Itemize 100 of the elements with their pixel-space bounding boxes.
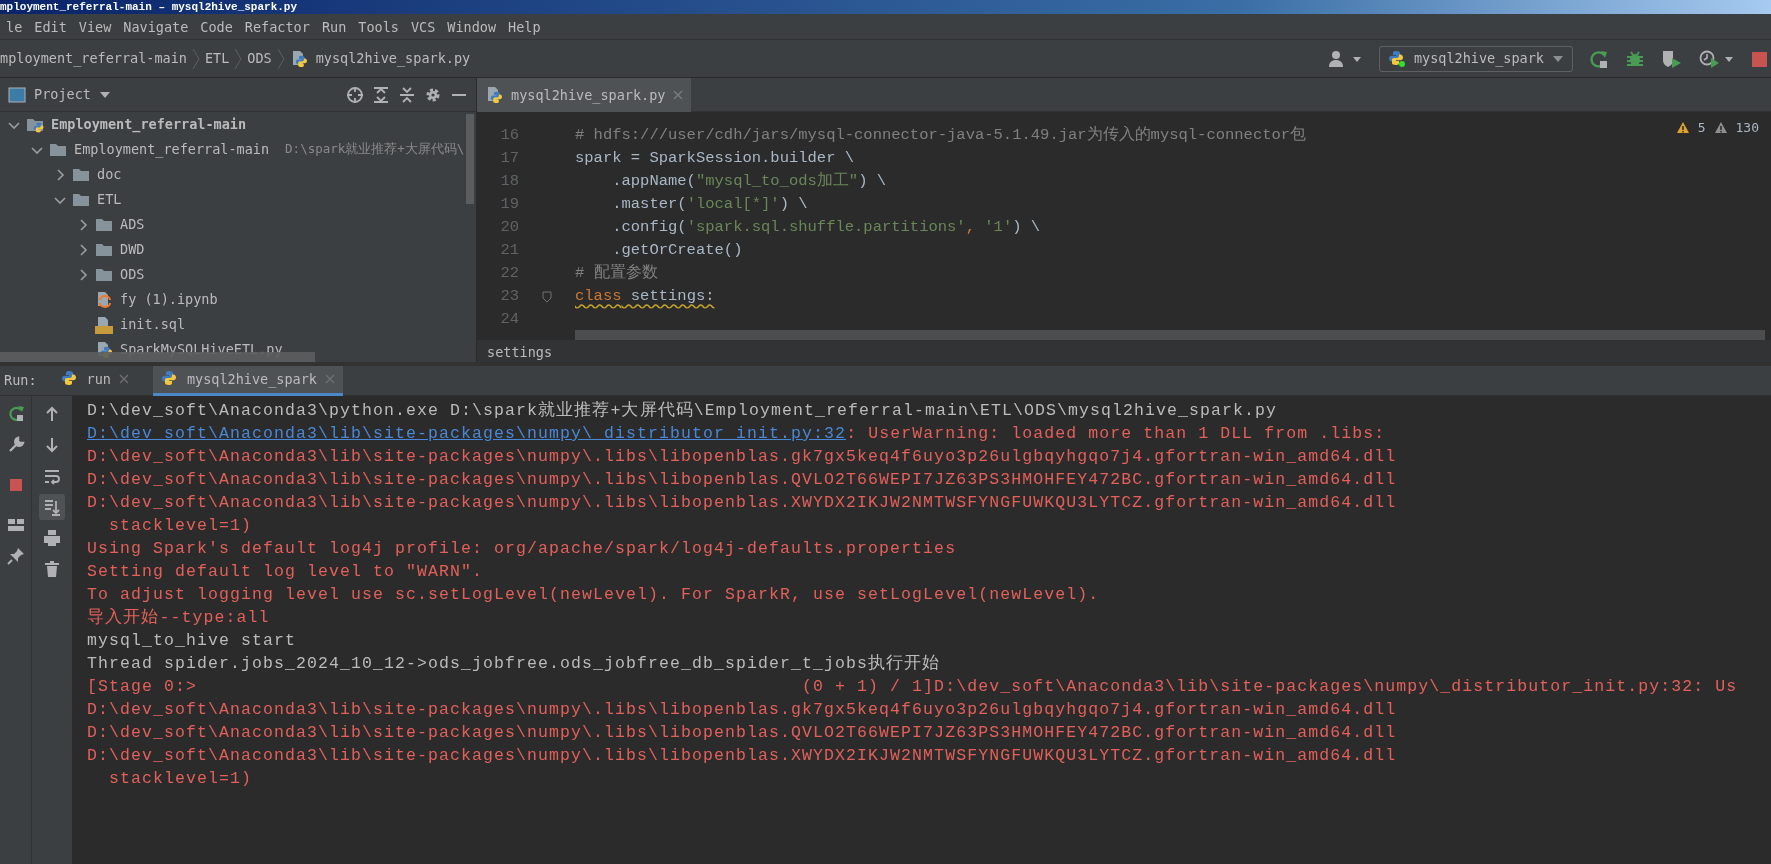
tree-item-label[interactable]: Employment_referral-main bbox=[51, 114, 247, 135]
rerun-icon[interactable] bbox=[6, 405, 25, 423]
console-line: D:\dev_soft\Anaconda3\lib\site-packages\numpy\.libs\libopenblas.gk7gx5keq4f6uyo3p26ulgbqyhgqo7j4.gfortran-win_amd64.dll bbox=[87, 446, 1398, 468]
menu-item[interactable]: Navigate bbox=[117, 13, 195, 40]
expand-all-icon[interactable] bbox=[372, 85, 390, 104]
breadcrumb-separator-icon bbox=[233, 47, 244, 70]
breadcrumb-separator-icon bbox=[190, 47, 201, 70]
scroll-to-end-icon[interactable] bbox=[43, 498, 61, 516]
pin-icon[interactable] bbox=[6, 547, 25, 565]
soft-wrap-icon[interactable] bbox=[43, 467, 61, 485]
console-line: Using Spark's default log4j profile: org/apache/spark/log4j-defaults.properties bbox=[87, 538, 958, 560]
tree-item-label[interactable]: ODS bbox=[120, 264, 145, 285]
tree-item-label[interactable]: fy (1).ipynb bbox=[120, 289, 218, 310]
editor-tab[interactable]: mysql2hive_spark.py bbox=[477, 78, 692, 112]
code-line: # 配置参数 bbox=[575, 263, 658, 284]
console-line: stacklevel=1) bbox=[108, 515, 254, 537]
crosshair-icon[interactable] bbox=[346, 85, 364, 104]
collapse-all-icon[interactable] bbox=[398, 85, 416, 104]
python-icon bbox=[1387, 49, 1406, 68]
console-line: mysql_to_hive start bbox=[87, 630, 298, 652]
menu-item[interactable]: Code bbox=[194, 13, 239, 40]
console-line: Thread spider.jobs_2024_10_12->ods_jobfree.ods_jobfree_db_spider_t_jobs执行开始 bbox=[87, 653, 942, 675]
inspection-count: 5 bbox=[1697, 119, 1706, 137]
console-line: D:\dev_soft\Anaconda3\lib\site-packages\numpy\.libs\libopenblas.QVLO2T66WEPI7JZ63PS3HMOHFEY472BC.gfortran-win_amd64.dll bbox=[87, 469, 1398, 491]
panel-title[interactable]: Project bbox=[34, 84, 91, 105]
caret-icon bbox=[1552, 54, 1564, 63]
warning-icon bbox=[1675, 121, 1690, 135]
sql-file-icon bbox=[95, 315, 113, 334]
user-icon[interactable] bbox=[1326, 48, 1363, 69]
code-line: .config('spark.sql.shuffle.partitions', '1') \ bbox=[611, 217, 1041, 238]
run-configuration-dropdown[interactable]: mysql2hive_spark bbox=[1378, 45, 1573, 72]
panel-icon bbox=[8, 86, 26, 103]
tree-item-label[interactable]: ADS bbox=[120, 214, 145, 235]
code-line: class settings: bbox=[575, 286, 715, 307]
breadcrumb[interactable]: ODS bbox=[247, 48, 272, 69]
menu-item[interactable]: Refactor bbox=[238, 13, 316, 40]
console-line: D:\dev_soft\Anaconda3\lib\site-packages\numpy\_distributor_init.py:32: UserWarning: loaded more than 1 DLL from .libs: bbox=[87, 423, 1387, 445]
caret-icon[interactable] bbox=[98, 90, 111, 99]
tree-item-label[interactable]: DWD bbox=[120, 239, 145, 260]
tree-item-label[interactable]: SparkMySQLHiveETL.py bbox=[120, 339, 283, 360]
print-icon[interactable] bbox=[43, 529, 61, 547]
breadcrumb[interactable]: mployment_referral-main bbox=[0, 48, 187, 69]
code-breadcrumb[interactable]: settings bbox=[477, 340, 1771, 362]
run-tab[interactable]: run bbox=[52, 365, 137, 396]
clock-run-icon[interactable] bbox=[1699, 48, 1735, 69]
line-number: 17 bbox=[499, 148, 519, 169]
console-line: D:\dev_soft\Anaconda3\lib\site-packages\numpy\.libs\libopenblas.gk7gx5keq4f6uyo3p26ulgbqyhgqo7j4.gfortran-win_amd64.dll bbox=[87, 699, 1398, 721]
console-line: D:\dev_soft\Anaconda3\lib\site-packages\numpy\.libs\libopenblas.XWYDX2IKJW2NMTWSFYNGFUWKQU3LYTCZ.gfortran-win_amd64.dll bbox=[87, 492, 1398, 514]
line-number: 23 bbox=[499, 286, 519, 307]
python-icon bbox=[160, 370, 179, 388]
scrollbar[interactable] bbox=[466, 114, 474, 204]
window-title: mployment_referral-main – mysql2hive_spark.py bbox=[0, 0, 1771, 14]
tree-item-label[interactable]: init.sql bbox=[120, 314, 186, 335]
arrow-down-icon[interactable] bbox=[43, 436, 61, 454]
menu-item[interactable]: View bbox=[72, 13, 118, 40]
menu-item[interactable]: Help bbox=[502, 13, 547, 40]
console-line: D:\dev_soft\Anaconda3\lib\site-packages\numpy\.libs\libopenblas.XWYDX2IKJW2NMTWSFYNGFUWKQU3LYTCZ.gfortran-win_amd64.dll bbox=[87, 745, 1398, 767]
code-line: .appName("mysql_to_ods加工") \ bbox=[611, 171, 887, 192]
stop-icon[interactable] bbox=[1751, 50, 1767, 67]
tree-item-label[interactable]: ETL bbox=[97, 189, 122, 210]
console-line: D:\dev_soft\Anaconda3\lib\site-packages\numpy\.libs\libopenblas.QVLO2T66WEPI7JZ63PS3HMOHFEY472BC.gfortran-win_amd64.dll bbox=[87, 722, 1398, 744]
tree-item-label[interactable]: Employment_referral-main bbox=[74, 139, 270, 160]
run-tab[interactable]: mysql2hive_spark bbox=[152, 365, 343, 396]
console-line: stacklevel=1) bbox=[108, 768, 254, 790]
breadcrumb[interactable]: ETL bbox=[204, 48, 230, 69]
menu-item[interactable]: Run bbox=[315, 13, 353, 40]
tree-item-label[interactable]: doc bbox=[97, 164, 122, 185]
line-number: 20 bbox=[499, 217, 519, 238]
trash-icon[interactable] bbox=[43, 560, 61, 578]
menu-item[interactable]: le bbox=[0, 13, 29, 40]
fold-marker-icon[interactable] bbox=[542, 290, 552, 303]
console-line: 导入开始--type:all bbox=[87, 607, 271, 629]
menu-item[interactable]: VCS bbox=[404, 13, 442, 40]
breadcrumb[interactable]: mysql2hive_spark.py bbox=[315, 48, 471, 69]
menu-item[interactable]: Window bbox=[441, 13, 503, 40]
code-line: # hdfs:///user/cdh/jars/mysql-connector-java-5.1.49.jar为传入的mysql-connector包 bbox=[575, 125, 1307, 146]
panel-title: Run: bbox=[4, 371, 37, 391]
weak-warning-icon bbox=[1713, 121, 1728, 135]
notebook-file-icon bbox=[95, 290, 113, 309]
code-line: spark = SparkSession.builder \ bbox=[575, 148, 855, 169]
rerun-icon[interactable] bbox=[1589, 48, 1609, 69]
breadcrumb-separator-icon bbox=[275, 47, 286, 70]
code-line: .getOrCreate() bbox=[611, 240, 743, 261]
shield-run-icon[interactable] bbox=[1661, 48, 1683, 69]
console-line: To adjust logging level use sc.setLogLevel(newLevel). For SparkR, use setLogLevel(newLevel). bbox=[87, 584, 1101, 606]
python-file-icon bbox=[485, 86, 503, 104]
console-line: Setting default log level to "WARN". bbox=[87, 561, 485, 583]
layout-icon[interactable] bbox=[6, 516, 25, 534]
menu-item[interactable]: Tools bbox=[352, 13, 405, 40]
path-hint: D:\spark就业推荐+大屏代码\ bbox=[285, 140, 465, 159]
line-number: 22 bbox=[499, 263, 519, 284]
console-line: D:\dev_soft\Anaconda3\python.exe D:\spark就业推荐+大屏代码\Employment_referral-main\ETL\ODS\mysql2hive_spark.py bbox=[87, 400, 1278, 422]
code-line: .master('local[*]') \ bbox=[611, 194, 808, 215]
line-number: 18 bbox=[499, 171, 519, 192]
line-number: 21 bbox=[499, 240, 519, 261]
scrollbar[interactable] bbox=[575, 330, 1765, 340]
line-number: 19 bbox=[499, 194, 519, 215]
menu-item[interactable]: Edit bbox=[28, 13, 73, 40]
file-link[interactable]: D:\dev_soft\Anaconda3\lib\site-packages\numpy\_distributor_init.py:32 bbox=[87, 424, 847, 443]
console-line: [Stage 0:> (0 + 1) / 1]D:\dev_soft\Anaconda3\lib\site-packages\numpy\_distributor_init.py:32: Us bbox=[87, 676, 1739, 698]
